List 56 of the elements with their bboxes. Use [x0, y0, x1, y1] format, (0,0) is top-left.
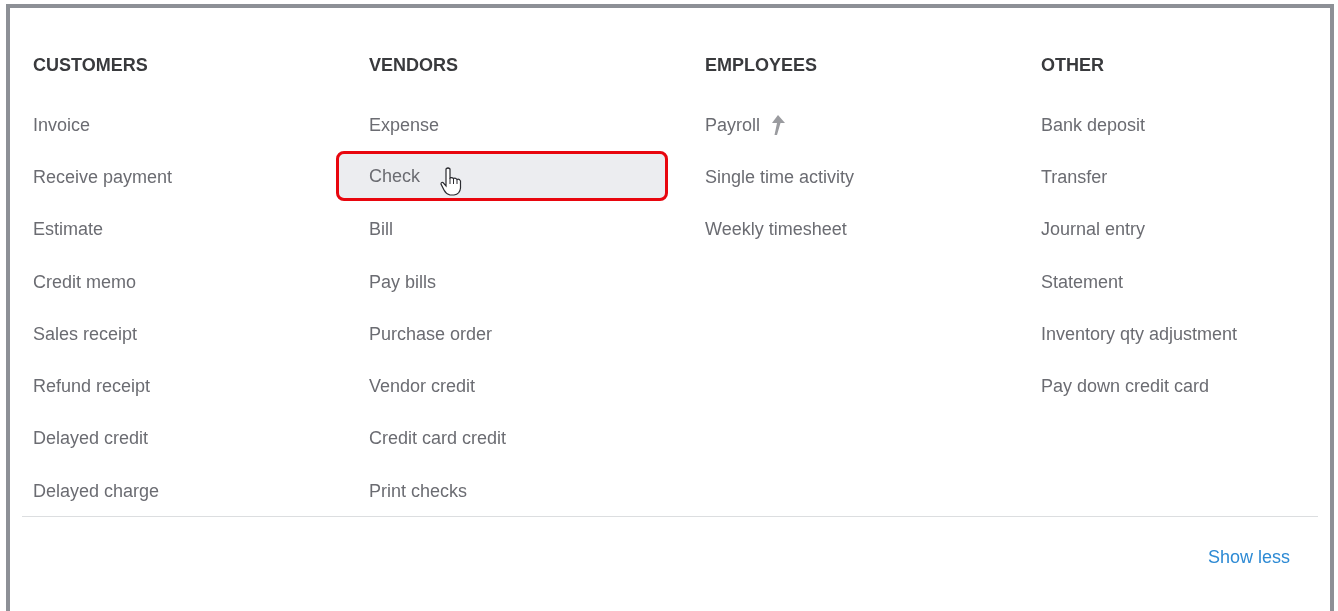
- menu-item-label: Sales receipt: [33, 323, 138, 345]
- menu-item-label: Estimate: [33, 219, 104, 241]
- menu-item-label: Invoice: [33, 114, 91, 136]
- menu-item[interactable]: Statement: [1008, 255, 1330, 309]
- menu-item-label: Statement: [1041, 271, 1124, 293]
- menu-item[interactable]: Sales receipt: [10, 308, 332, 361]
- menu-item[interactable]: Payroll: [672, 99, 1004, 152]
- menu-item[interactable]: Single time activity: [672, 151, 1004, 204]
- menu-item-label: Single time activity: [705, 166, 855, 188]
- menu-item[interactable]: Refund receipt: [10, 360, 332, 413]
- column-heading: VENDORS: [369, 54, 459, 77]
- menu-item-label: Print checks: [369, 480, 468, 502]
- menu-item-label: Delayed credit: [33, 428, 149, 450]
- menu-item-label: Expense: [369, 114, 440, 136]
- menu-item-label: Journal entry: [1041, 219, 1146, 241]
- menu-item-label: Inventory qty adjustment: [1041, 323, 1238, 345]
- menu-item-label: Vendor credit: [369, 376, 476, 398]
- menu-item-label: Credit memo: [33, 271, 137, 293]
- menu-item-label: Pay down credit card: [1041, 376, 1210, 398]
- menu-item[interactable]: Estimate: [10, 203, 332, 256]
- column-heading: OTHER: [1041, 54, 1105, 77]
- show-less-link[interactable]: Show less: [1207, 547, 1290, 568]
- menu-item-label: Purchase order: [369, 323, 493, 345]
- menu-item-label: Bank deposit: [1041, 114, 1146, 136]
- menu-item-label: Credit card credit: [369, 428, 507, 450]
- menu-item[interactable]: Inventory qty adjustment: [1008, 308, 1330, 361]
- menu-item[interactable]: Print checks: [336, 465, 668, 518]
- menu-item[interactable]: Expense: [336, 99, 668, 152]
- column-heading: EMPLOYEES: [705, 54, 819, 77]
- menu-item[interactable]: Bank deposit: [1008, 99, 1330, 152]
- menu-item-label: Weekly timesheet: [705, 219, 847, 241]
- menu-item[interactable]: Credit memo: [10, 255, 332, 309]
- menu-item-label: Refund receipt: [33, 376, 151, 398]
- column-heading: CUSTOMERS: [33, 54, 149, 77]
- menu-item[interactable]: Invoice: [10, 99, 332, 152]
- menu-item[interactable]: Weekly timesheet: [672, 203, 1004, 256]
- menu-item[interactable]: Bill: [336, 203, 668, 256]
- menu-item[interactable]: Vendor credit: [336, 360, 668, 413]
- menu-item-label: Check: [369, 165, 421, 187]
- menu-item-label: Pay bills: [369, 271, 437, 293]
- hand-pointer-icon: [440, 167, 462, 198]
- menu-item[interactable]: Check: [336, 151, 668, 202]
- menu-item[interactable]: Pay down credit card: [1008, 360, 1330, 413]
- menu-item-label: Delayed charge: [33, 480, 160, 502]
- menu-item-label: Payroll: [705, 114, 761, 136]
- menu-item[interactable]: Pay bills: [336, 255, 668, 309]
- menu-item[interactable]: Delayed credit: [10, 412, 332, 466]
- menu-item-label: Bill: [369, 219, 393, 241]
- menu-item[interactable]: Receive payment: [10, 151, 332, 204]
- menu-item[interactable]: Credit card credit: [336, 412, 668, 466]
- menu-item[interactable]: Purchase order: [336, 308, 668, 361]
- menu-item[interactable]: Delayed charge: [10, 465, 332, 518]
- menu-item-label: Receive payment: [33, 166, 173, 188]
- menu-item-label: Transfer: [1041, 166, 1108, 188]
- menu-item[interactable]: Journal entry: [1008, 203, 1330, 256]
- menu-item[interactable]: Transfer: [1008, 151, 1330, 204]
